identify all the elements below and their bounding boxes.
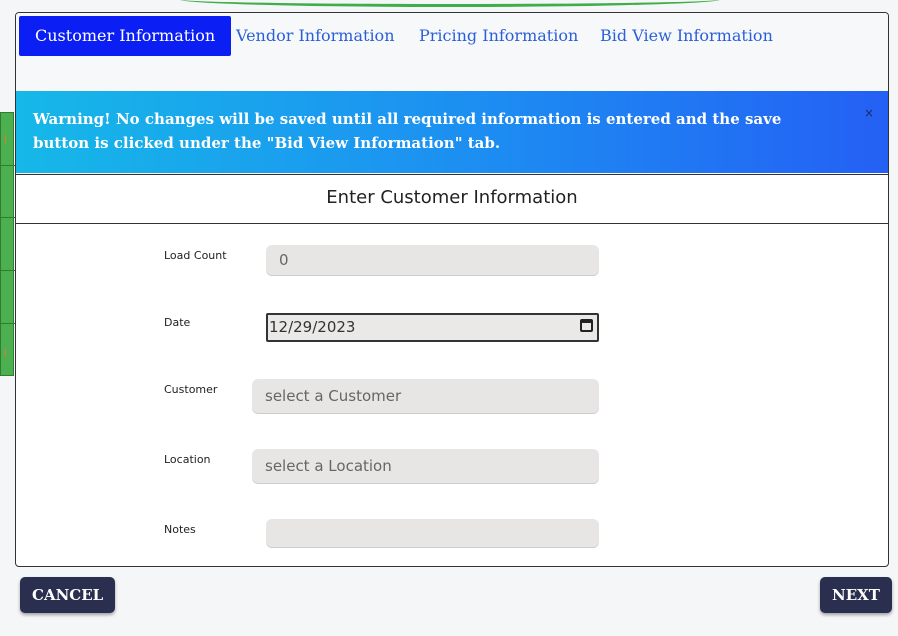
customer-label: Customer <box>164 383 218 396</box>
location-select[interactable]: select a Location <box>252 449 599 483</box>
date-input[interactable]: 12/29/2023 <box>266 313 599 342</box>
tab-bid-view-information[interactable]: Bid View Information <box>584 16 789 56</box>
tab-vendor-information[interactable]: Vendor Information <box>220 16 411 56</box>
close-icon[interactable]: × <box>864 101 874 125</box>
strip-divider <box>1 270 15 271</box>
notes-label: Notes <box>164 523 196 536</box>
section-title: Enter Customer Information <box>16 174 888 224</box>
strip-divider <box>1 323 15 324</box>
strip-mark <box>1 349 6 357</box>
tab-bar: Customer Information Vendor Information … <box>16 13 888 92</box>
decorative-top-arc <box>180 0 720 7</box>
cancel-button[interactable]: CANCEL <box>20 577 116 613</box>
date-label: Date <box>164 316 191 329</box>
customer-placeholder: select a Customer <box>265 387 402 405</box>
warning-text: Warning! No changes will be saved until … <box>33 110 782 152</box>
date-value: 12/29/2023 <box>269 318 356 336</box>
strip-divider <box>1 217 15 218</box>
warning-alert: Warning! No changes will be saved until … <box>16 91 888 173</box>
tab-pricing-information[interactable]: Pricing Information <box>403 16 594 56</box>
next-button[interactable]: NEXT <box>820 577 892 613</box>
background-side-strip <box>0 112 15 376</box>
tab-customer-information[interactable]: Customer Information <box>19 16 232 56</box>
calendar-icon[interactable] <box>580 319 593 332</box>
load-count-value: 0 <box>279 251 289 269</box>
location-placeholder: select a Location <box>265 457 392 475</box>
customer-select[interactable]: select a Customer <box>252 379 599 413</box>
strip-mark <box>1 135 6 143</box>
notes-input[interactable] <box>266 519 599 547</box>
customer-info-modal: Customer Information Vendor Information … <box>15 12 889 567</box>
load-count-input[interactable]: 0 <box>266 245 599 275</box>
location-label: Location <box>164 453 211 466</box>
load-count-label: Load Count <box>164 249 227 262</box>
strip-divider <box>1 165 15 166</box>
